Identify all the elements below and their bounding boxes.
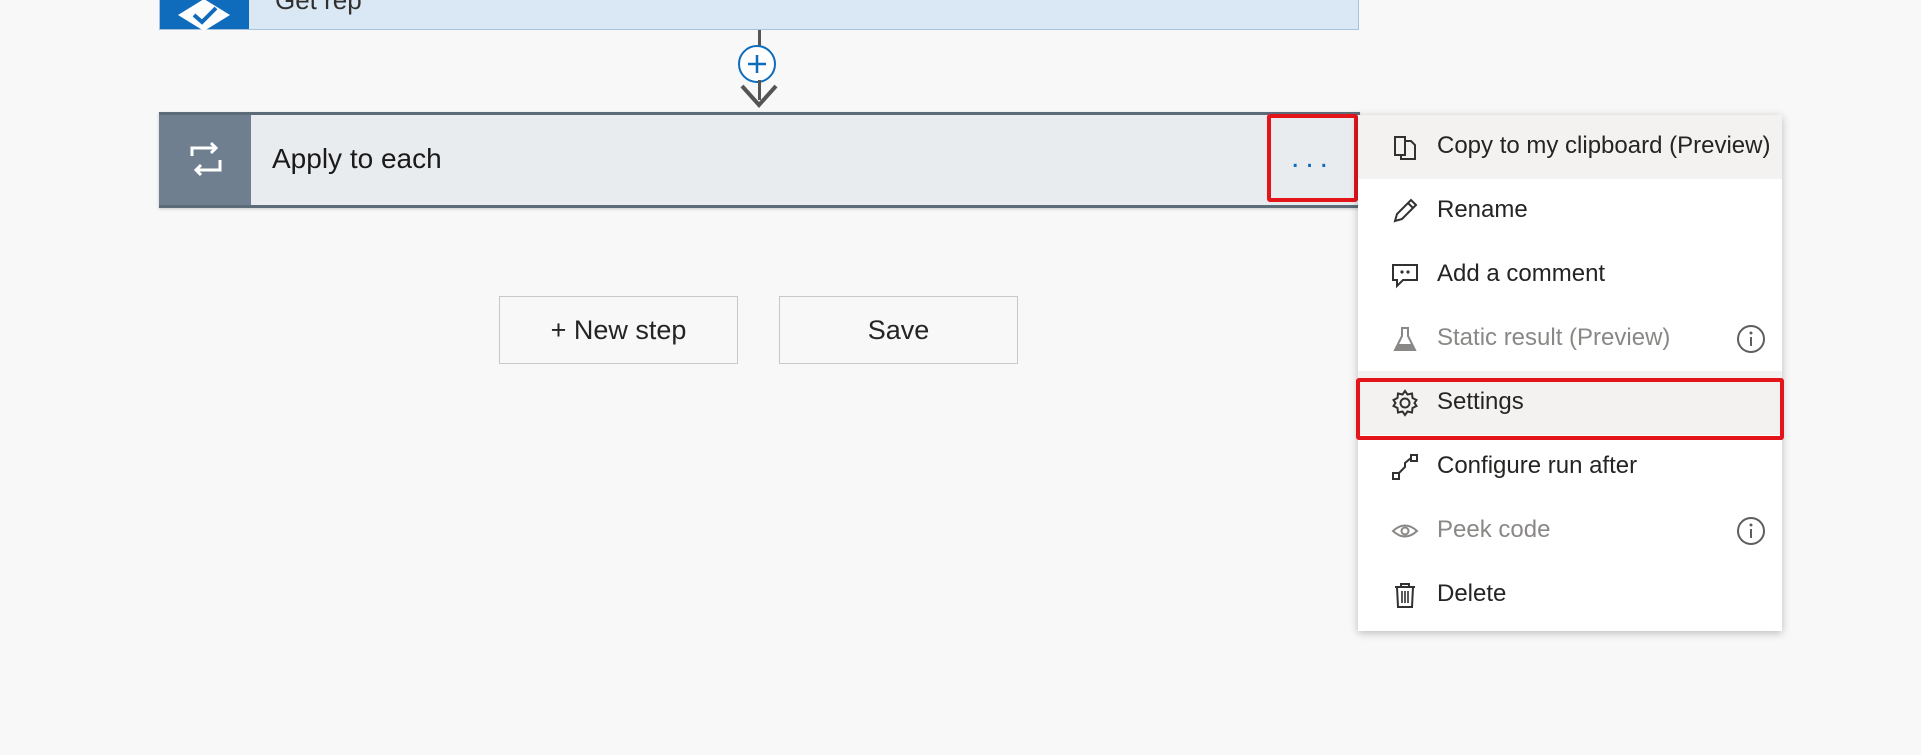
flask-icon xyxy=(1393,327,1417,351)
menu-item-label: Settings xyxy=(1437,388,1524,415)
check-icon xyxy=(160,0,249,31)
menu-item-label: Copy to my clipboard (Preview) xyxy=(1437,132,1771,159)
menu-item-label: Add a comment xyxy=(1437,260,1606,287)
run-after-icon xyxy=(1392,454,1418,480)
menu-item-static-result[interactable]: Static result (Preview) xyxy=(1358,307,1782,371)
menu-item-label: Delete xyxy=(1437,580,1507,607)
ellipsis-icon: ... xyxy=(1290,141,1334,174)
menu-item-settings[interactable]: Settings xyxy=(1358,371,1782,435)
apply-card-title: Apply to each xyxy=(272,143,442,174)
loop-icon xyxy=(159,115,251,205)
arrow-down-icon xyxy=(740,84,778,108)
menu-item-label: Peek code xyxy=(1437,516,1551,543)
comment-icon xyxy=(1392,264,1418,289)
menu-item-configure-run-after[interactable]: Configure run after xyxy=(1358,435,1782,499)
copy-icon xyxy=(1394,136,1416,160)
menu-item-peek-code[interactable]: Peek code xyxy=(1358,499,1782,563)
gear-icon xyxy=(1392,389,1418,417)
menu-item-label: Configure run after xyxy=(1437,452,1638,479)
menu-item-delete[interactable]: Delete xyxy=(1358,563,1782,627)
save-button[interactable]: Save xyxy=(779,296,1018,364)
menu-item-label: Static result (Preview) xyxy=(1437,324,1671,351)
context-menu: Copy to my clipboard (Preview) Rename Ad… xyxy=(1358,115,1782,631)
menu-item-rename[interactable]: Rename xyxy=(1358,179,1782,243)
more-options-button[interactable]: ... xyxy=(1267,114,1358,202)
menu-item-add-comment[interactable]: Add a comment xyxy=(1358,243,1782,307)
previous-action-title: Get rep xyxy=(275,0,362,15)
trash-icon xyxy=(1395,583,1415,608)
pencil-icon xyxy=(1393,198,1418,223)
apply-to-each-card[interactable]: Apply to each xyxy=(159,112,1360,208)
eye-icon xyxy=(1391,524,1419,538)
menu-item-label: Rename xyxy=(1437,196,1528,223)
info-icon[interactable] xyxy=(1736,516,1766,546)
previous-action-card[interactable]: Get rep xyxy=(159,0,1359,31)
menu-item-copy[interactable]: Copy to my clipboard (Preview) xyxy=(1358,115,1782,179)
new-step-button[interactable]: + New step xyxy=(499,296,738,364)
info-icon[interactable] xyxy=(1736,324,1766,354)
